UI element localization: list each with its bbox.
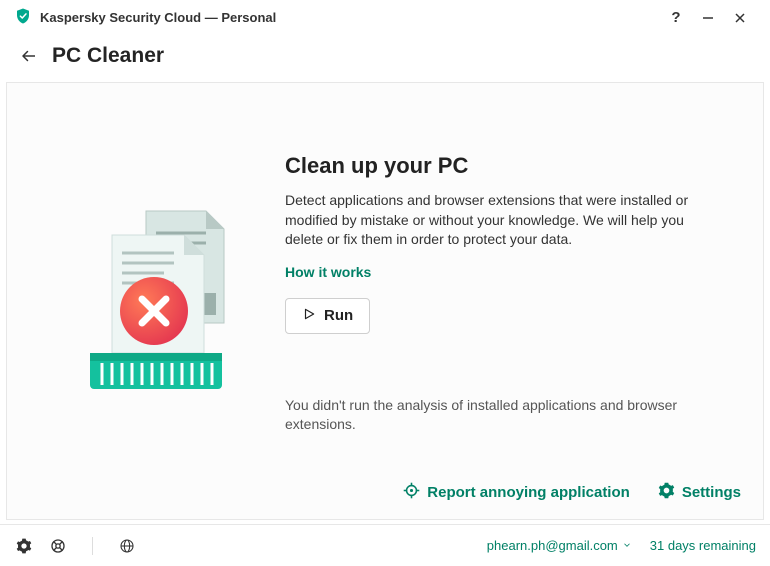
license-remaining[interactable]: 31 days remaining — [650, 538, 756, 553]
content-description: Detect applications and browser extensio… — [285, 191, 725, 250]
back-button[interactable] — [14, 41, 44, 71]
settings-link[interactable]: Settings — [658, 482, 741, 503]
how-it-works-link[interactable]: How it works — [285, 264, 371, 280]
page-title: PC Cleaner — [52, 44, 164, 68]
account-email: phearn.ph@gmail.com — [487, 538, 618, 553]
account-dropdown[interactable]: phearn.ph@gmail.com — [487, 538, 632, 553]
minimize-button[interactable] — [692, 4, 724, 32]
app-settings-gear-icon[interactable] — [14, 536, 34, 556]
report-label: Report annoying application — [427, 484, 630, 501]
cleaner-illustration-icon — [56, 203, 246, 403]
app-title: Kaspersky Security Cloud — Personal — [40, 10, 276, 25]
play-icon — [302, 307, 316, 325]
status-text: You didn't run the analysis of installed… — [285, 396, 725, 435]
chevron-down-icon — [622, 538, 632, 553]
target-icon — [403, 482, 420, 503]
content-heading: Clean up your PC — [285, 153, 725, 179]
settings-label: Settings — [682, 484, 741, 501]
globe-icon[interactable] — [117, 536, 137, 556]
support-icon[interactable] — [48, 536, 68, 556]
main-panel: Clean up your PC Detect applications and… — [6, 82, 764, 520]
footer-divider — [92, 537, 93, 555]
gear-icon — [658, 482, 675, 503]
kaspersky-shield-icon — [14, 7, 32, 28]
run-button-label: Run — [324, 307, 353, 324]
run-button[interactable]: Run — [285, 298, 370, 334]
help-button[interactable]: ? — [660, 4, 692, 32]
close-button[interactable] — [724, 4, 756, 32]
report-annoying-application-link[interactable]: Report annoying application — [403, 482, 630, 503]
